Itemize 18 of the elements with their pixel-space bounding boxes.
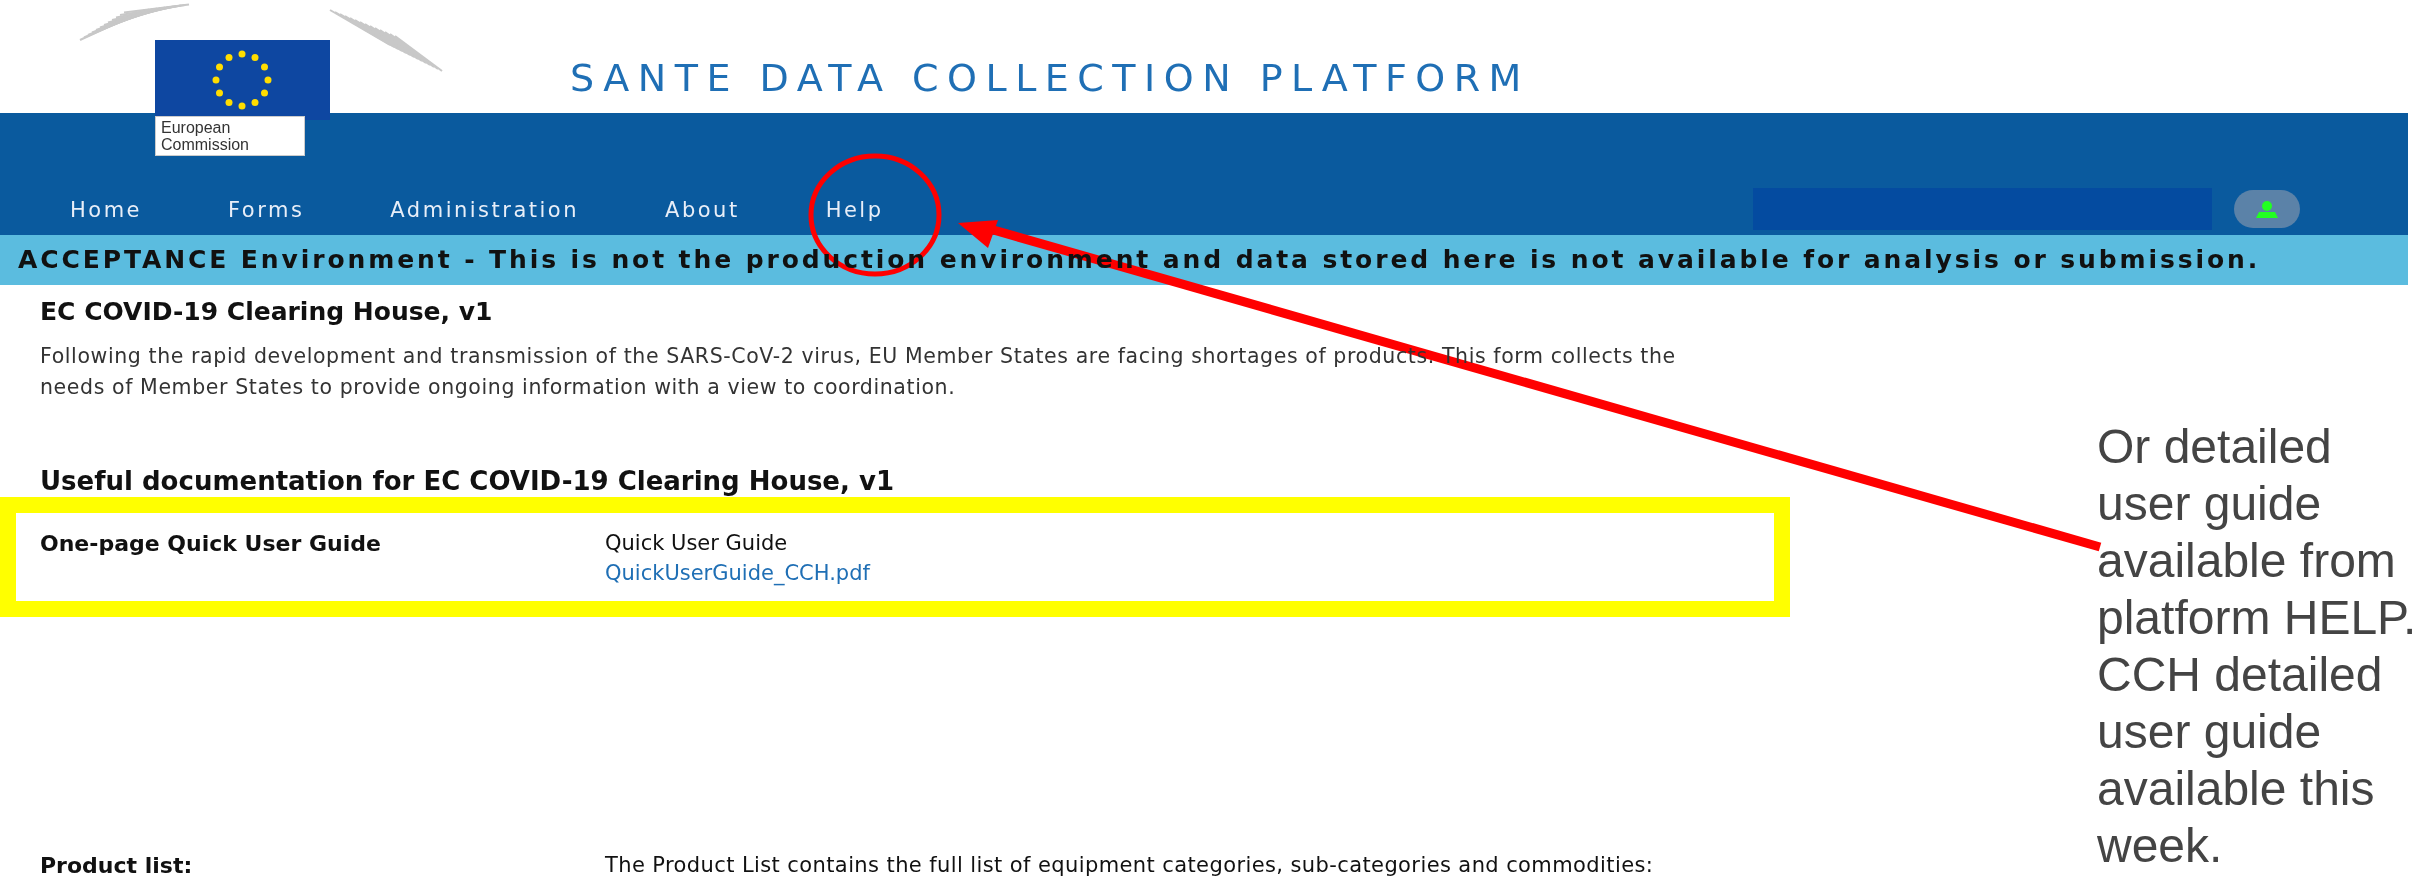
doc-title: Quick User Guide bbox=[605, 531, 789, 555]
nav-link[interactable]: About bbox=[665, 198, 740, 222]
nav-link[interactable]: Forms bbox=[228, 198, 305, 222]
nav-link[interactable]: Administration bbox=[390, 198, 580, 222]
product-list-text: The Product List contains the full list of equipment categories, sub-categories and commodities: bbox=[605, 853, 1654, 878]
doc-link[interactable]: QuickUserGuide_CCH.pdf bbox=[605, 561, 870, 585]
logo-caption: European Commission bbox=[155, 116, 305, 156]
user-icon bbox=[2254, 200, 2280, 218]
nav-link[interactable]: Home bbox=[70, 198, 142, 222]
nav-link[interactable]: Help bbox=[825, 198, 884, 222]
annotation-note: Or detailed user guide available from platform HELP. CCH detailed user guide available this week. bbox=[2097, 419, 2418, 874]
doc-label: One-page Quick User Guide bbox=[40, 531, 382, 558]
product-list-label: Product list: bbox=[40, 853, 194, 878]
eu-flag-icon bbox=[155, 40, 330, 120]
form-title: EC COVID-19 Clearing House, v1 bbox=[40, 297, 493, 326]
site-title: SANTE DATA COLLECTION PLATFORM bbox=[570, 56, 1530, 100]
user-button[interactable] bbox=[2234, 190, 2300, 228]
section-heading: Useful documentation for EC COVID-19 Clearing House, v1 bbox=[40, 465, 894, 497]
